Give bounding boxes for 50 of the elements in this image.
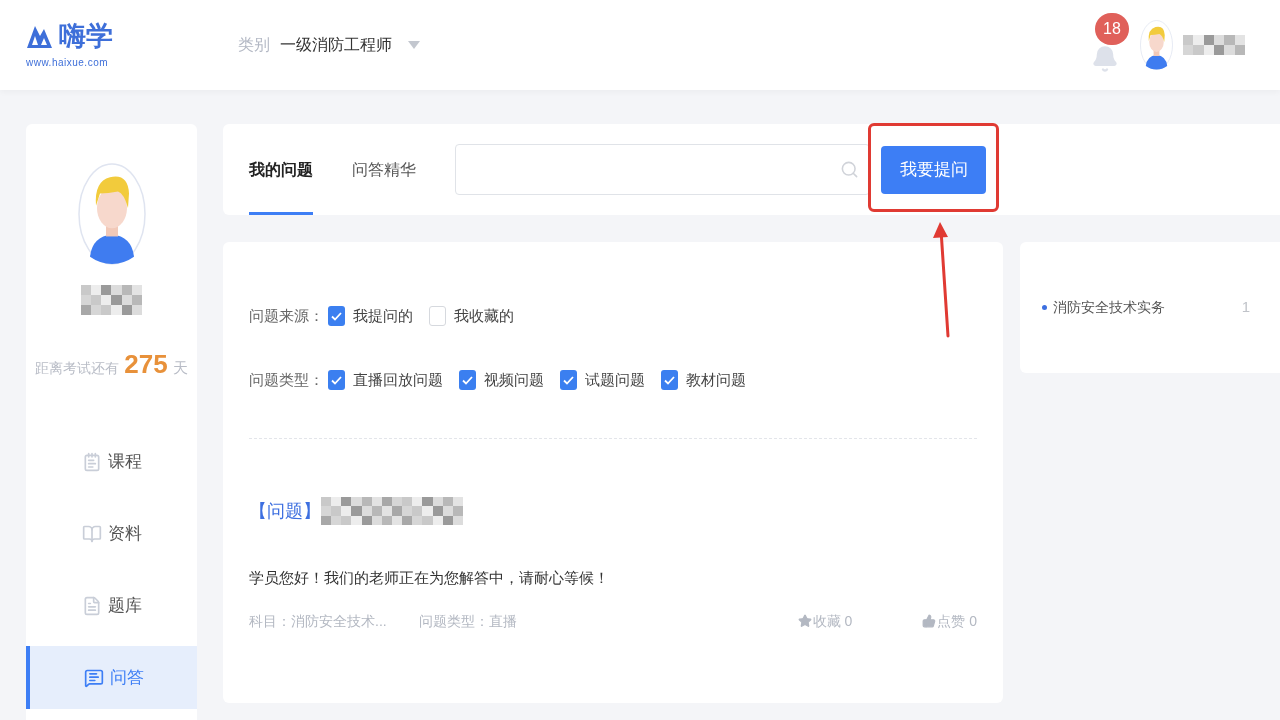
tab[interactable]: 我的问题 xyxy=(249,124,313,215)
category-selector[interactable]: 类别 一级消防工程师 xyxy=(238,33,420,57)
pixelated-redaction-drawing xyxy=(1183,35,1245,55)
checkbox[interactable] xyxy=(328,370,345,390)
checkbox[interactable] xyxy=(328,306,345,326)
filter-label: 问题类型： xyxy=(249,369,324,390)
question-tag: 【问题】 xyxy=(249,497,321,525)
checkbox[interactable] xyxy=(560,370,577,390)
sidebar-nav-item[interactable]: 题库 xyxy=(26,574,197,637)
checkbox-label[interactable]: 试题问题 xyxy=(585,368,645,392)
subject-name[interactable]: 消防安全技术实务 xyxy=(1053,297,1165,318)
checkmark-icon xyxy=(331,311,342,321)
tab[interactable]: 问答精华 xyxy=(352,124,416,215)
checkbox-label[interactable]: 视频问题 xyxy=(484,368,544,392)
countdown-label: 距离考试还有 xyxy=(35,359,120,378)
answer-text: 学员您好！我们的老师正在为您解答中，请耐心等候！ xyxy=(249,568,609,588)
caret-icon xyxy=(408,41,420,49)
user-avatar-icon xyxy=(1140,20,1173,70)
checkbox[interactable] xyxy=(459,370,476,390)
checkmark-icon xyxy=(664,375,675,385)
chat-icon xyxy=(83,667,104,688)
checkbox-label[interactable]: 直播回放问题 xyxy=(353,368,443,392)
star-icon xyxy=(797,614,812,628)
checkmark-icon xyxy=(462,375,473,385)
question-subject: 科目：消防安全技术... xyxy=(249,611,387,631)
checkbox-label[interactable]: 我收藏的 xyxy=(454,304,514,328)
filter-label: 问题来源： xyxy=(249,305,324,326)
sidebar-nav-item[interactable]: 资料 xyxy=(26,502,197,565)
sidebar-nav-item[interactable]: 课程 xyxy=(26,430,197,493)
search-icon xyxy=(840,160,859,179)
question-type: 问题类型：直播 xyxy=(418,611,517,631)
pixelated-redaction-drawing xyxy=(80,285,143,315)
book-icon xyxy=(81,523,102,544)
subject-count: 1 xyxy=(1241,297,1250,318)
logo-url: www.haixue.com xyxy=(26,56,110,70)
checkbox-label[interactable]: 教材问题 xyxy=(686,368,746,392)
thumbs-up-icon xyxy=(922,614,937,628)
checkbox-label[interactable]: 我提问的 xyxy=(353,304,413,328)
ask-question-button[interactable]: 我要提问 xyxy=(881,145,986,194)
notification-badge: 18 xyxy=(1095,13,1129,45)
countdown-unit: 天 xyxy=(172,358,188,378)
category-label: 类别 xyxy=(238,35,270,55)
checkmark-icon xyxy=(331,375,342,385)
logo-name: 嗨学 xyxy=(59,20,113,52)
checkmark-icon xyxy=(563,375,574,385)
category-value: 一级消防工程师 xyxy=(280,35,392,55)
countdown-days: 275 xyxy=(124,345,168,384)
checkbox[interactable] xyxy=(661,370,678,390)
checkbox[interactable] xyxy=(429,306,446,326)
user-avatar-icon xyxy=(77,163,146,265)
